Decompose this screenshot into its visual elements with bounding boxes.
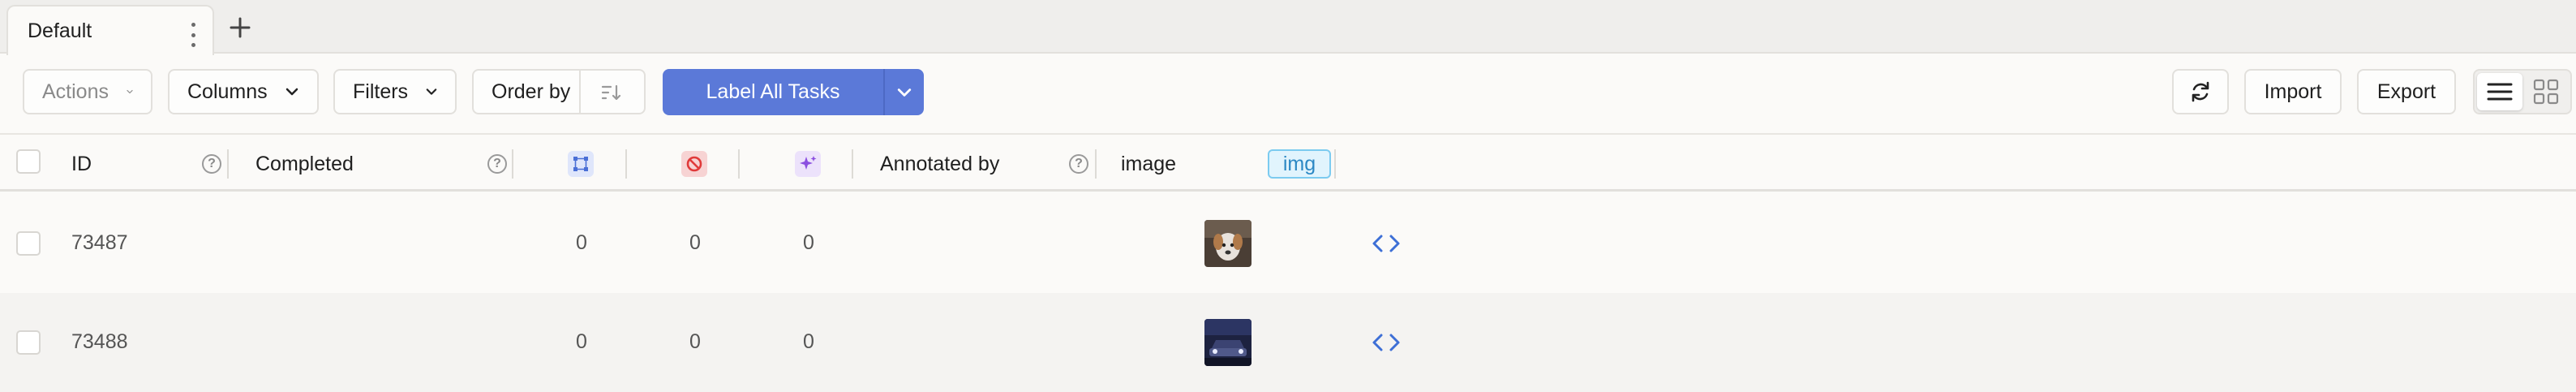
column-separator[interactable] bbox=[1334, 149, 1336, 179]
refresh-icon bbox=[2192, 81, 2209, 102]
column-separator[interactable] bbox=[1095, 149, 1097, 179]
table-header: ID ? Completed ? Annotated by ? image im… bbox=[0, 133, 2576, 192]
predictions-count: 0 bbox=[803, 231, 814, 254]
column-separator[interactable] bbox=[625, 149, 627, 179]
chevron-down-icon bbox=[426, 88, 437, 95]
tab-default[interactable]: Default bbox=[6, 5, 214, 55]
columns-dropdown[interactable]: Columns bbox=[168, 69, 319, 114]
cancelled-count: 0 bbox=[689, 231, 701, 254]
column-separator[interactable] bbox=[227, 149, 229, 179]
chevron-down-icon bbox=[897, 88, 912, 97]
header-annotated-by[interactable]: Annotated by bbox=[880, 153, 999, 176]
add-tab-button[interactable] bbox=[224, 11, 256, 44]
import-button[interactable]: Import bbox=[2244, 69, 2342, 114]
header-completed[interactable]: Completed bbox=[255, 153, 354, 176]
predictions-count-icon[interactable] bbox=[795, 151, 821, 177]
header-image[interactable]: image bbox=[1121, 153, 1176, 176]
dog-photo bbox=[1204, 220, 1252, 267]
table-row[interactable]: 73487 0 0 0 bbox=[0, 194, 2576, 293]
image-type-tag: img bbox=[1268, 149, 1331, 179]
image-thumbnail[interactable] bbox=[1204, 220, 1252, 267]
cancelled-count-icon[interactable] bbox=[681, 151, 707, 177]
column-separator[interactable] bbox=[512, 149, 513, 179]
select-all-checkbox[interactable] bbox=[16, 149, 41, 174]
code-view-icon[interactable] bbox=[1370, 231, 1402, 256]
order-divider bbox=[579, 71, 581, 113]
export-label: Export bbox=[2376, 80, 2436, 103]
export-button[interactable]: Export bbox=[2357, 69, 2456, 114]
list-view-button[interactable] bbox=[2477, 73, 2522, 110]
image-thumbnail[interactable] bbox=[1204, 319, 1252, 366]
view-toggle bbox=[2473, 69, 2572, 114]
code-view-icon[interactable] bbox=[1370, 330, 1402, 355]
header-id[interactable]: ID bbox=[71, 153, 92, 176]
label-all-dropdown[interactable] bbox=[885, 69, 924, 115]
annotations-count-icon[interactable] bbox=[568, 151, 594, 177]
task-id: 73487 bbox=[71, 231, 128, 254]
sort-direction-icon[interactable] bbox=[601, 84, 622, 101]
task-id: 73488 bbox=[71, 330, 128, 353]
order-by-button[interactable]: Order by bbox=[472, 69, 646, 114]
table-row[interactable]: 73488 0 0 0 bbox=[0, 293, 2576, 392]
row-checkbox[interactable] bbox=[16, 330, 41, 355]
refresh-button[interactable] bbox=[2172, 69, 2229, 114]
tab-more-icon[interactable] bbox=[182, 23, 204, 47]
filters-label: Filters bbox=[353, 80, 409, 103]
column-separator[interactable] bbox=[852, 149, 853, 179]
order-by-label: Order by bbox=[492, 80, 571, 103]
actions-label: Actions bbox=[42, 80, 109, 103]
help-icon[interactable]: ? bbox=[1069, 154, 1088, 174]
actions-dropdown[interactable]: Actions bbox=[23, 69, 152, 114]
plus-icon bbox=[230, 17, 251, 38]
grid-view-icon bbox=[2533, 79, 2559, 105]
filters-dropdown[interactable]: Filters bbox=[333, 69, 457, 114]
car-photo bbox=[1204, 319, 1252, 366]
chevron-down-icon bbox=[286, 88, 298, 96]
row-checkbox[interactable] bbox=[16, 231, 41, 256]
grid-view-button[interactable] bbox=[2523, 73, 2569, 110]
label-all-tasks-label: Label All Tasks bbox=[706, 80, 840, 103]
help-icon[interactable]: ? bbox=[487, 154, 507, 174]
tab-bar: Default bbox=[0, 0, 2576, 55]
tab-label: Default bbox=[28, 19, 92, 42]
cancelled-count: 0 bbox=[689, 330, 701, 353]
label-all-tasks-button[interactable]: Label All Tasks bbox=[663, 69, 924, 115]
help-icon[interactable]: ? bbox=[202, 154, 221, 174]
column-separator[interactable] bbox=[738, 149, 740, 179]
annotations-count: 0 bbox=[576, 330, 587, 353]
annotations-count: 0 bbox=[576, 231, 587, 254]
columns-label: Columns bbox=[187, 80, 268, 103]
chevron-down-icon bbox=[127, 89, 133, 94]
import-label: Import bbox=[2264, 80, 2322, 103]
predictions-count: 0 bbox=[803, 330, 814, 353]
list-view-icon bbox=[2487, 83, 2513, 101]
